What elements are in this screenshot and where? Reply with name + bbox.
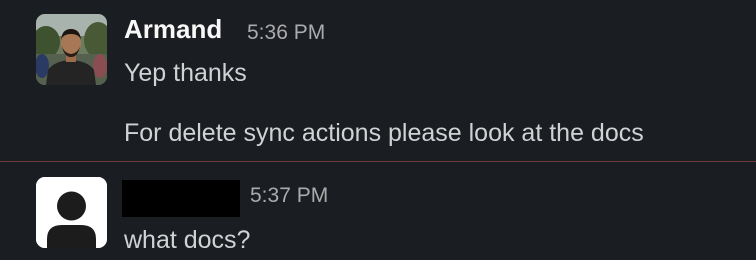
timestamp[interactable]: 5:36 PM <box>247 20 325 46</box>
message-text: what docs? <box>124 226 251 254</box>
new-messages-divider <box>0 161 756 162</box>
redacted-author-name <box>122 180 240 217</box>
avatar[interactable] <box>36 177 107 248</box>
default-user-icon <box>36 177 107 248</box>
user-photo-icon <box>36 14 107 85</box>
author-name[interactable]: Armand <box>124 14 222 44</box>
message-text: For delete sync actions please look at t… <box>124 119 644 147</box>
timestamp[interactable]: 5:37 PM <box>250 183 328 209</box>
avatar[interactable] <box>36 14 107 85</box>
message-text: Yep thanks <box>124 59 247 87</box>
